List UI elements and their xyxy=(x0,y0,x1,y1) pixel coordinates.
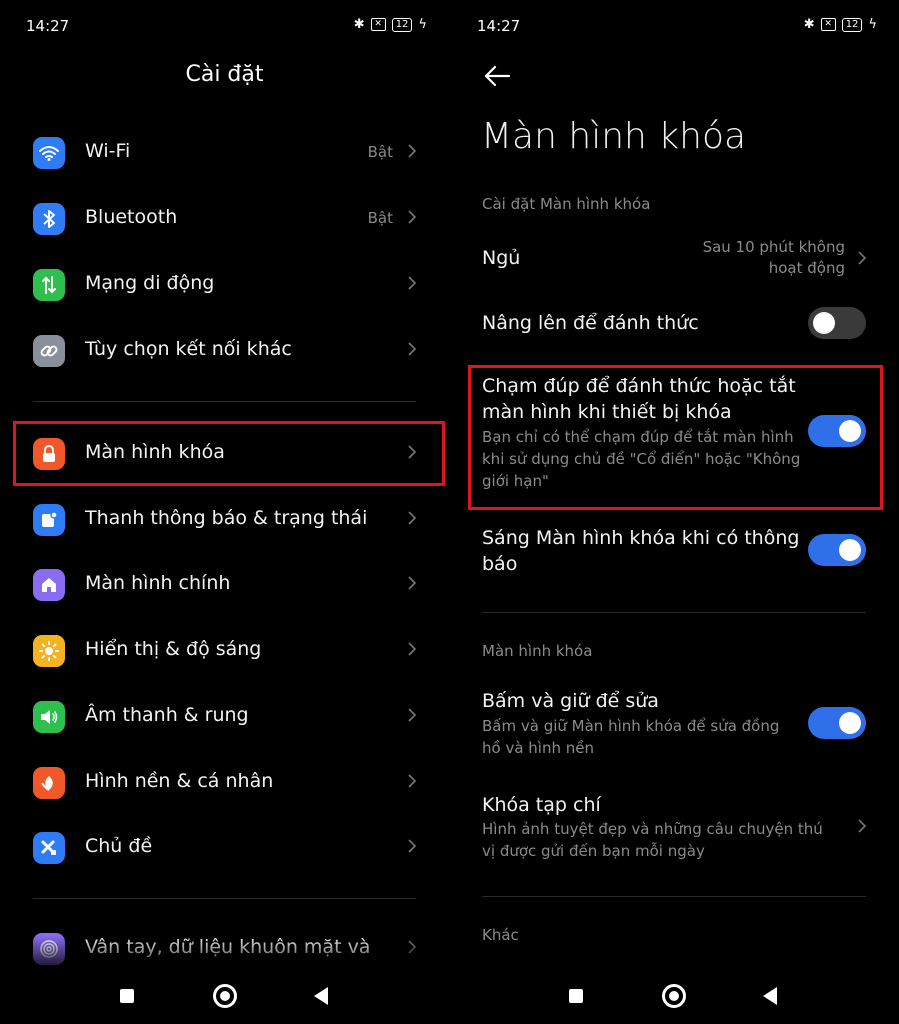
press-hold-subtitle: Bấm và giữ Màn hình khóa để sửa đồng hồ … xyxy=(482,717,780,757)
divider xyxy=(33,401,416,402)
link-icon xyxy=(33,335,65,367)
brush-icon xyxy=(33,832,65,864)
settings-item-label: Hiển thị & độ sáng xyxy=(85,638,262,660)
lock-screen-panel: 14:27 ✱ ✕ 12 ϟ Màn hình khóa Cài đặt Màn… xyxy=(451,0,899,1024)
chevron-right-icon xyxy=(858,819,867,833)
home-button[interactable] xyxy=(662,984,686,1008)
page-title: Cài đặt xyxy=(185,62,264,87)
divider xyxy=(33,898,416,899)
settings-item-label: Thanh thông báo & trạng thái xyxy=(85,507,368,529)
chevron-right-icon xyxy=(408,511,417,525)
sun-icon xyxy=(33,635,65,667)
magazine-subtitle: Hình ảnh tuyệt đẹp và những câu chuyện t… xyxy=(482,820,823,860)
divider xyxy=(482,896,866,897)
wallpaper-icon xyxy=(33,767,65,799)
settings-item-brush[interactable]: Chủ đề xyxy=(0,815,449,881)
settings-item-mobile-data[interactable]: Mạng di động xyxy=(0,252,449,318)
settings-item-bluetooth[interactable]: Bluetooth Bật xyxy=(0,186,449,252)
settings-item-label: Hình nền & cá nhân xyxy=(85,770,274,792)
settings-item-label: Bluetooth xyxy=(85,206,178,228)
settings-panel: 14:27 ✱ ✕ 12 ϟ Cài đặt Wi-Fi Bật Bluetooth… xyxy=(0,0,449,1024)
nav-bar xyxy=(451,970,899,1024)
highlight-box xyxy=(13,421,445,486)
recents-button[interactable] xyxy=(569,989,583,1003)
settings-item-label: Wi-Fi xyxy=(85,140,131,162)
chevron-right-icon xyxy=(408,774,417,788)
settings-item-value: Bật xyxy=(367,209,393,227)
press-hold-title: Bấm và giữ để sửa xyxy=(482,690,659,712)
raise-title: Nâng lên để đánh thức xyxy=(482,312,699,334)
chevron-right-icon xyxy=(408,144,417,158)
sleep-title: Ngủ xyxy=(482,247,521,269)
settings-item-wifi[interactable]: Wi-Fi Bật xyxy=(0,120,449,186)
magazine-title: Khóa tạp chí xyxy=(482,794,601,816)
chevron-right-icon xyxy=(408,576,417,590)
settings-item-home[interactable]: Màn hình chính xyxy=(0,552,449,618)
status-time: 14:27 xyxy=(477,17,521,35)
nav-bar xyxy=(0,970,449,1024)
settings-item-link[interactable]: Tùy chọn kết nối khác xyxy=(0,318,449,384)
speaker-icon xyxy=(33,701,65,733)
settings-item-notification[interactable]: Thanh thông báo & trạng thái xyxy=(0,487,449,553)
settings-item-value: Bật xyxy=(367,143,393,161)
status-bar: 14:27 ✱ ✕ 12 ϟ xyxy=(451,14,899,38)
home-icon xyxy=(33,569,65,601)
chevron-right-icon xyxy=(408,210,417,224)
raise-toggle[interactable] xyxy=(808,307,866,339)
recents-button[interactable] xyxy=(120,989,134,1003)
page-title: Màn hình khóa xyxy=(481,116,747,157)
back-arrow-icon[interactable] xyxy=(483,64,511,88)
battery-icon: 12 xyxy=(841,17,863,32)
divider xyxy=(482,612,866,613)
sim-icon: ✕ xyxy=(370,18,386,31)
settings-item-label: Âm thanh & rung xyxy=(85,704,249,726)
wifi-icon xyxy=(33,137,65,169)
section-header: Khác xyxy=(482,926,519,944)
battery-icon: 12 xyxy=(391,17,413,32)
bluetooth-status-icon: ✱ xyxy=(803,17,815,32)
chevron-right-icon xyxy=(408,642,417,656)
status-bar: 14:27 ✱ ✕ 12 ϟ xyxy=(0,14,449,38)
settings-item-label: Tùy chọn kết nối khác xyxy=(85,338,292,360)
highlight-box xyxy=(468,365,883,510)
chevron-right-icon xyxy=(408,342,417,356)
notification-icon xyxy=(33,504,65,536)
sleep-value: Sau 10 phút không hoạt động xyxy=(702,238,845,277)
bluetooth-icon xyxy=(33,203,65,235)
back-button[interactable] xyxy=(763,987,777,1005)
settings-item-speaker[interactable]: Âm thanh & rung xyxy=(0,684,449,750)
home-button[interactable] xyxy=(213,984,237,1008)
chevron-right-icon xyxy=(408,276,417,290)
settings-item-sun[interactable]: Hiển thị & độ sáng xyxy=(0,618,449,684)
settings-item-label: Màn hình chính xyxy=(85,572,231,594)
bluetooth-status-icon: ✱ xyxy=(353,17,365,32)
chevron-right-icon xyxy=(858,251,867,265)
section-header: Cài đặt Màn hình khóa xyxy=(482,195,651,213)
mobile-data-icon xyxy=(33,269,65,301)
status-time: 14:27 xyxy=(26,17,70,35)
settings-item-wallpaper[interactable]: Hình nền & cá nhân xyxy=(0,750,449,816)
settings-item-label: Chủ đề xyxy=(85,835,153,857)
wake-notif-title: Sáng Màn hình khóa khi có thông báo xyxy=(482,527,800,575)
back-button[interactable] xyxy=(314,987,328,1005)
sim-icon: ✕ xyxy=(820,18,836,31)
settings-item-label: Mạng di động xyxy=(85,272,215,294)
wake-notif-toggle[interactable] xyxy=(808,534,866,566)
section-header: Màn hình khóa xyxy=(482,642,593,660)
chevron-right-icon xyxy=(408,839,417,853)
charging-icon: ϟ xyxy=(418,17,427,32)
press-hold-toggle[interactable] xyxy=(808,707,866,739)
chevron-right-icon xyxy=(408,708,417,722)
charging-icon: ϟ xyxy=(868,17,877,32)
